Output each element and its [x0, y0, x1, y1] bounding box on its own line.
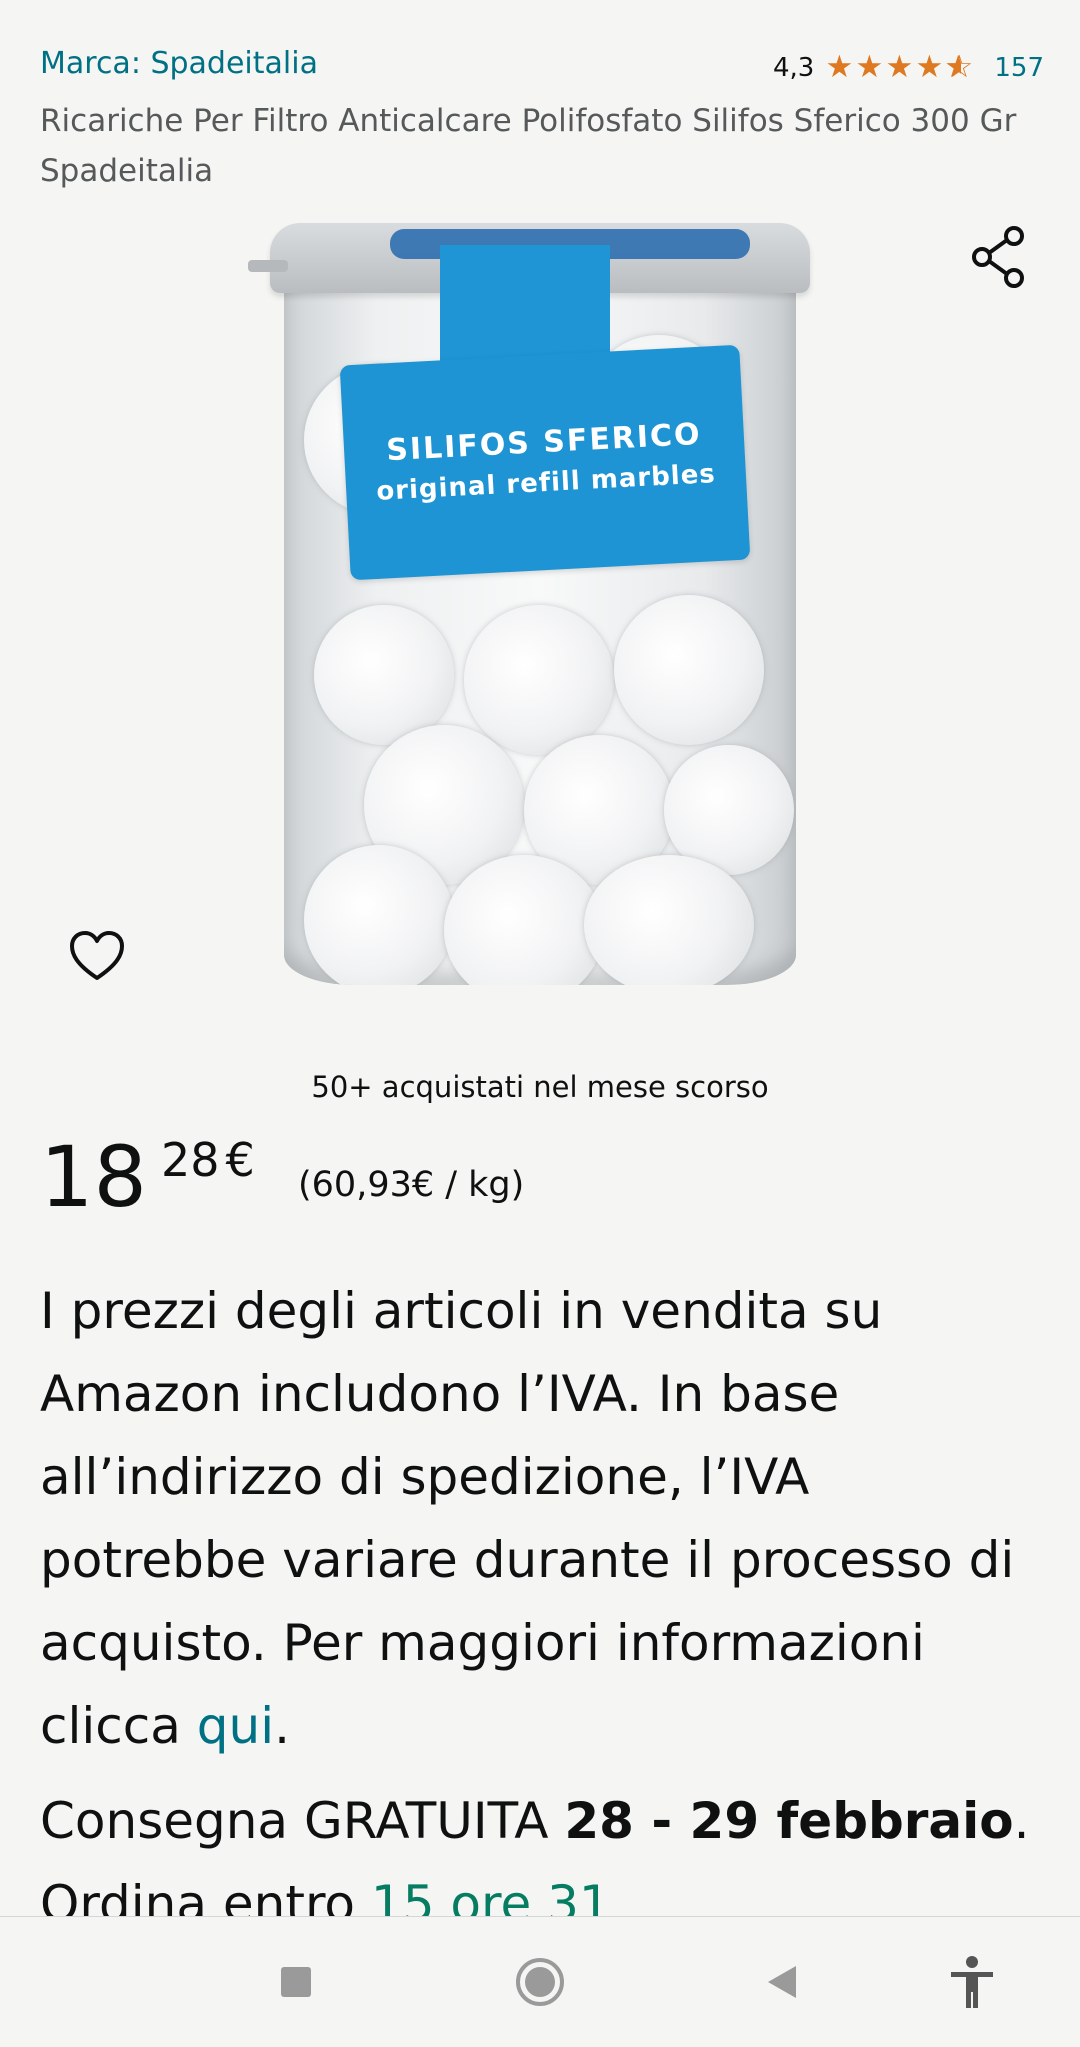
bought-last-month: 50+ acquistati nel mese scorso [311, 1070, 769, 1104]
product-title: Ricariche Per Filtro Anticalcare Polifos… [40, 103, 1017, 189]
star-icon: ★ [855, 49, 884, 85]
marble [584, 855, 754, 985]
marble [464, 605, 614, 755]
vat-notice: I prezzi degli articoli in vendita su Am… [40, 1270, 1050, 1768]
price-currency: € [225, 1133, 255, 1187]
marble [614, 595, 764, 745]
marble [304, 845, 454, 985]
rating-summary[interactable]: 4,3 ★ ★ ★ ★ ☆ ★ 157 [773, 52, 1044, 83]
half-star-icon: ☆ ★ [944, 49, 974, 85]
star-icon: ★ [885, 49, 914, 85]
rating-value: 4,3 [773, 52, 815, 83]
star-icon: ★ [825, 49, 854, 85]
star-icon: ★ [915, 49, 944, 85]
accessibility-button[interactable] [932, 1947, 1012, 2017]
vat-notice-text: I prezzi degli articoli in vendita su Am… [40, 1282, 1015, 1755]
home-button[interactable] [500, 1947, 580, 2017]
back-icon [768, 1966, 796, 1998]
marble [314, 605, 454, 745]
price-whole: 18 [40, 1128, 147, 1226]
home-icon [516, 1958, 564, 2006]
delivery-prefix: Consegna GRATUITA [40, 1792, 565, 1850]
product-label: SILIFOS SFERICO original refill marbles [339, 344, 751, 581]
product-image[interactable]: SILIFOS SFERICO original refill marbles [240, 205, 840, 1005]
rating-count[interactable]: 157 [994, 53, 1044, 83]
unit-price: (60,93€ / kg) [298, 1165, 525, 1205]
back-button[interactable] [742, 1947, 822, 2017]
price-cents: 28 [161, 1133, 220, 1187]
share-button[interactable] [968, 224, 1030, 290]
heart-outline-icon [70, 931, 124, 980]
recent-apps-button[interactable] [256, 1947, 336, 2017]
brand-link[interactable]: Marca: Spadeitalia [40, 46, 318, 81]
vat-info-link[interactable]: qui [197, 1697, 274, 1755]
price-fraction: 28 € [161, 1130, 255, 1190]
recent-apps-icon [281, 1967, 311, 1997]
wishlist-button[interactable] [66, 926, 128, 988]
share-icon [972, 226, 1024, 288]
vat-notice-suffix: . [274, 1697, 291, 1755]
star-rating: ★ ★ ★ ★ ☆ ★ [824, 52, 974, 83]
accessibility-icon [951, 1956, 993, 2008]
brand-rating-row: Marca: Spadeitalia 4,3 ★ ★ ★ ★ ☆ ★ 157 [40, 44, 1044, 94]
android-navigation-bar [0, 1916, 1080, 2047]
lid-tab [248, 260, 288, 272]
delivery-dates: 28 - 29 febbraio [564, 1792, 1014, 1850]
